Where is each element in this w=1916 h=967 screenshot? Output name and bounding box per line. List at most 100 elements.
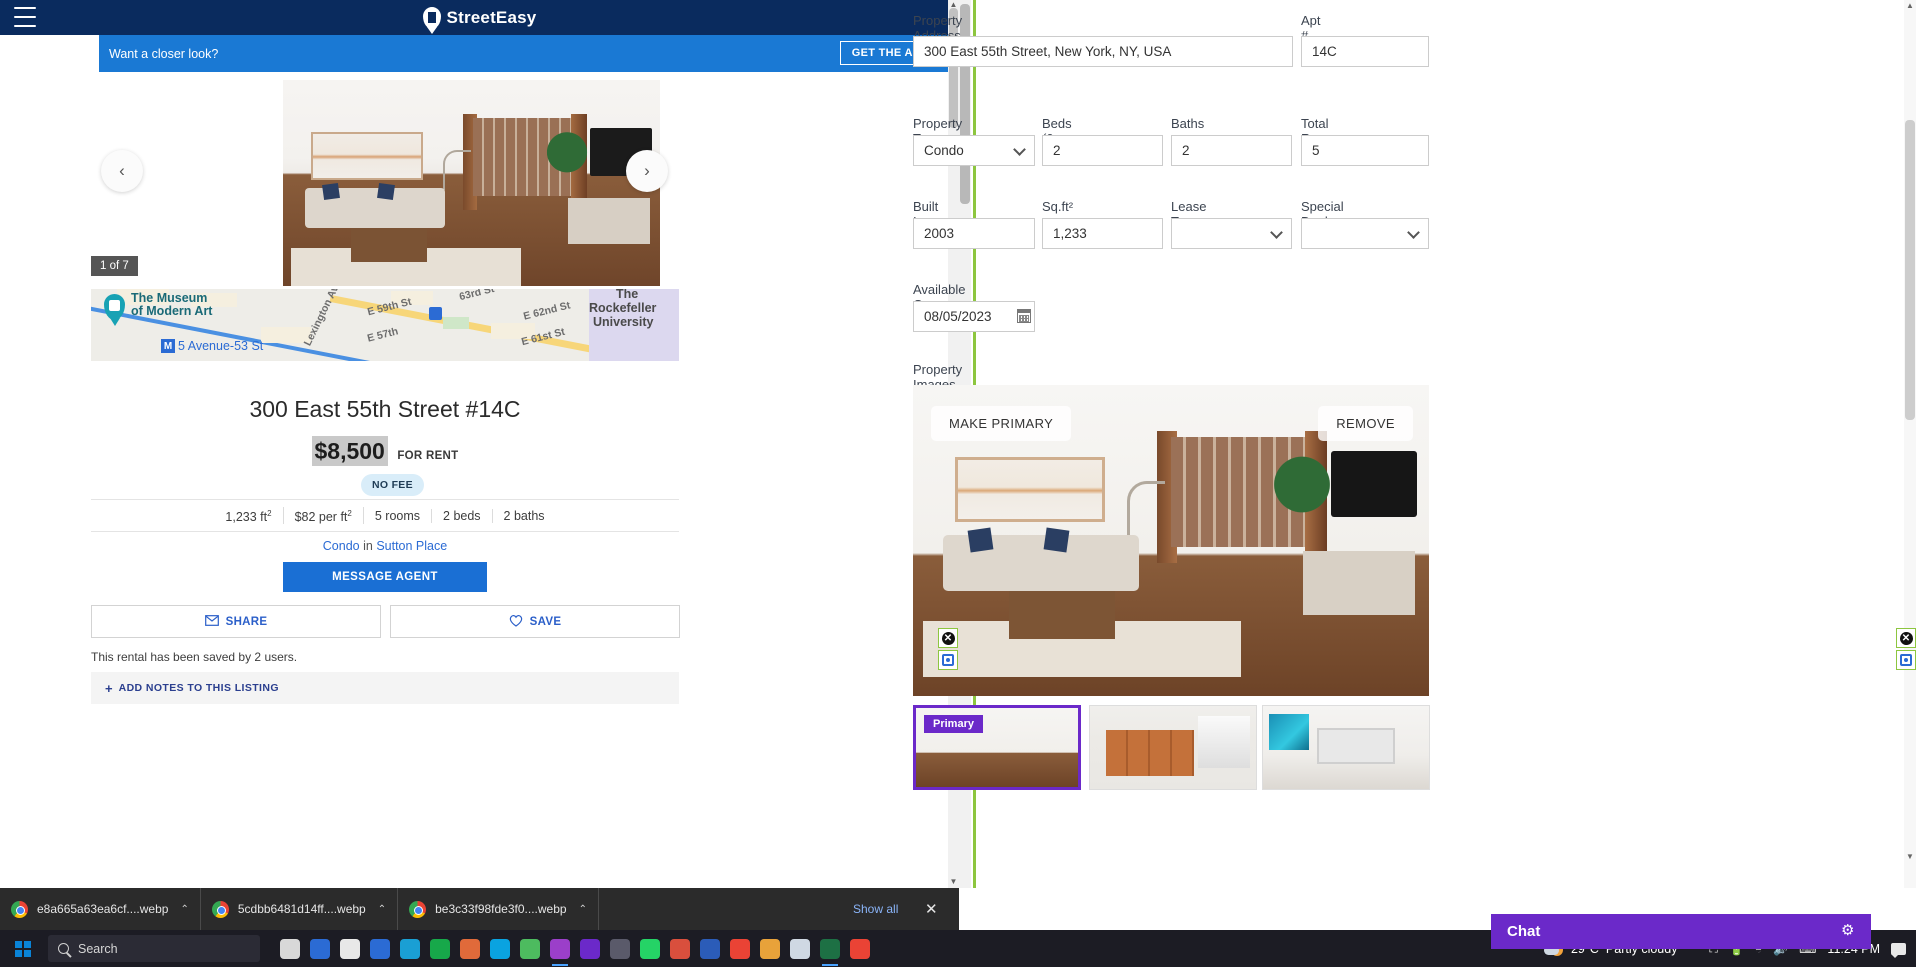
- download-item[interactable]: be3c33f98fde3f0....webp ⌃: [398, 888, 599, 930]
- search-input[interactable]: Search: [48, 935, 260, 962]
- edge-icon: [400, 938, 420, 959]
- scroll-down-arrow-icon[interactable]: ▼: [1904, 851, 1916, 863]
- search-placeholder: Search: [78, 941, 118, 956]
- start-button[interactable]: [0, 930, 46, 967]
- wall-art: [955, 457, 1105, 522]
- chrome-file-icon: [211, 900, 229, 918]
- sqft-input[interactable]: 1,233: [1042, 218, 1163, 249]
- phone-icon: [610, 938, 630, 959]
- taskbar-icon-edge[interactable]: [395, 930, 425, 967]
- image-thumbnail[interactable]: Primary: [913, 705, 1081, 790]
- chevron-up-icon[interactable]: ⌃: [579, 904, 587, 915]
- label-baths: Baths: [1171, 116, 1205, 131]
- taskbar-icon-excel[interactable]: [815, 930, 845, 967]
- chrome2-icon: [850, 938, 870, 959]
- chevron-down-icon: [1270, 226, 1283, 239]
- search-icon: [58, 943, 69, 954]
- special-deal-select[interactable]: [1301, 218, 1429, 249]
- record-icon: [942, 654, 954, 666]
- close-widget-button[interactable]: ✕: [938, 628, 958, 648]
- vscode-icon: [370, 938, 390, 959]
- taskbar-icon-explorer[interactable]: [755, 930, 785, 967]
- scrollbar-thumb[interactable]: [1905, 120, 1915, 420]
- chevron-up-icon[interactable]: ⌃: [378, 904, 386, 915]
- remove-image-button[interactable]: REMOVE: [1318, 406, 1413, 441]
- notifications-icon[interactable]: [1891, 942, 1906, 958]
- television: [1331, 451, 1417, 517]
- taskbar-icon-task-view[interactable]: [275, 930, 305, 967]
- download-filename: 5cdbb6481d14ff....webp: [237, 902, 366, 916]
- taskbar-icon-whatsapp[interactable]: [635, 930, 665, 967]
- taskbar-icon-word[interactable]: [695, 930, 725, 967]
- taskbar-icon-notes[interactable]: [785, 930, 815, 967]
- taskbar-icon-phone[interactable]: [605, 930, 635, 967]
- vpn-icon: [520, 938, 540, 959]
- download-item[interactable]: e8a665a63ea6cf....webp ⌃: [0, 888, 201, 930]
- taskbar-icon-calculator-green[interactable]: [425, 930, 455, 967]
- notes-icon: [790, 938, 810, 959]
- property-type-select[interactable]: Condo: [913, 135, 1035, 166]
- right-pane-scrollbar[interactable]: ▲ ▼: [1904, 0, 1916, 888]
- coffee-table: [1009, 591, 1115, 639]
- image-thumbnail[interactable]: [1089, 705, 1257, 790]
- whatsapp-icon: [640, 938, 660, 959]
- taskbar-icon-firefox-a[interactable]: [545, 930, 575, 967]
- close-downloads-bar-button[interactable]: ✕: [925, 900, 938, 918]
- property-address-input[interactable]: 300 East 55th Street, New York, NY, USA: [913, 36, 1293, 67]
- chevron-down-icon: [1407, 226, 1420, 239]
- download-filename: e8a665a63ea6cf....webp: [37, 902, 169, 916]
- record-widget-button[interactable]: [938, 650, 958, 670]
- calculator-green-icon: [430, 938, 450, 959]
- paint-icon: [460, 938, 480, 959]
- lease-term-select[interactable]: [1171, 218, 1292, 249]
- beds-input[interactable]: 2: [1042, 135, 1163, 166]
- chrome-icon: [730, 938, 750, 959]
- taskbar-icon-paint[interactable]: [455, 930, 485, 967]
- taskbar-icon-chrome2[interactable]: [845, 930, 875, 967]
- taskbar-icon-mail[interactable]: [305, 930, 335, 967]
- primary-property-image[interactable]: MAKE PRIMARY REMOVE: [913, 385, 1429, 696]
- floating-widget-right[interactable]: ✕: [1896, 628, 1916, 670]
- record-widget-button[interactable]: [1896, 650, 1916, 670]
- property-type-value: Condo: [924, 143, 964, 158]
- floating-widget-left[interactable]: ✕: [938, 628, 958, 670]
- word-icon: [700, 938, 720, 959]
- skype-icon: [490, 938, 510, 959]
- show-all-downloads-link[interactable]: Show all: [853, 902, 898, 916]
- apt-input[interactable]: 14C: [1301, 36, 1429, 67]
- downloads-bar: e8a665a63ea6cf....webp ⌃ 5cdbb6481d14ff.…: [0, 888, 959, 930]
- chat-label: Chat: [1507, 923, 1541, 940]
- chat-widget[interactable]: Chat ⚙: [1491, 914, 1871, 949]
- pillow: [967, 527, 994, 553]
- taskbar-icon-skype[interactable]: [485, 930, 515, 967]
- make-primary-button[interactable]: MAKE PRIMARY: [931, 406, 1072, 441]
- taskbar-icon-photos[interactable]: [665, 930, 695, 967]
- record-icon: [1900, 654, 1912, 666]
- scroll-down-arrow-icon[interactable]: ▼: [948, 877, 959, 888]
- built-in-input[interactable]: 2003: [913, 218, 1035, 249]
- total-rooms-input[interactable]: 5: [1301, 135, 1429, 166]
- property-form: Property Address 300 East 55th Street, N…: [0, 0, 1430, 888]
- chevron-down-icon: [1013, 143, 1026, 156]
- task-view-icon: [280, 938, 300, 959]
- download-item[interactable]: 5cdbb6481d14ff....webp ⌃: [201, 888, 399, 930]
- taskbar-icon-vscode[interactable]: [365, 930, 395, 967]
- gear-icon[interactable]: ⚙: [1841, 923, 1857, 939]
- baths-input[interactable]: 2: [1171, 135, 1292, 166]
- thumbnail-bedroom: [1263, 706, 1429, 789]
- bedroom-window: [1317, 728, 1395, 764]
- firefox-a-icon: [550, 938, 570, 959]
- chevron-up-icon[interactable]: ⌃: [180, 904, 188, 915]
- taskbar-icon-chrome[interactable]: [725, 930, 755, 967]
- close-widget-button[interactable]: ✕: [1896, 628, 1916, 648]
- scroll-up-arrow-icon[interactable]: ▲: [1904, 0, 1916, 12]
- close-icon: ✕: [1899, 631, 1913, 645]
- taskbar-icon-firefox-b[interactable]: [575, 930, 605, 967]
- taskbar-icon-store[interactable]: [335, 930, 365, 967]
- potted-plant: [1273, 455, 1331, 537]
- calendar-icon[interactable]: [1017, 309, 1031, 323]
- windows-logo-icon: [15, 940, 31, 957]
- image-thumbnail[interactable]: [1262, 705, 1430, 790]
- taskbar-icon-vpn[interactable]: [515, 930, 545, 967]
- firefox-b-icon: [580, 938, 600, 959]
